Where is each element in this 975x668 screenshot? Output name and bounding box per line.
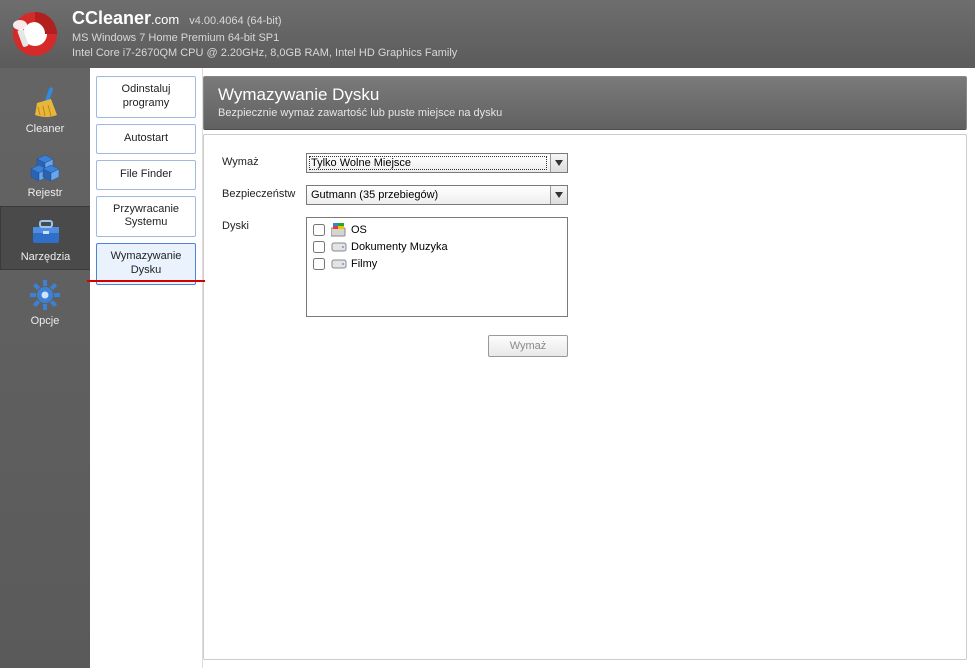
subnav-drivewiper[interactable]: Wymazywanie Dysku	[96, 243, 196, 285]
system-info: MS Windows 7 Home Premium 64-bit SP1 Int…	[72, 31, 457, 61]
app-logo-icon	[10, 9, 60, 59]
drive-checkbox[interactable]	[313, 224, 325, 236]
subnav-systemrestore[interactable]: Przywracanie Systemu	[96, 196, 196, 238]
registry-cubes-icon	[27, 149, 63, 185]
sidebar-label: Cleaner	[26, 123, 65, 135]
sidebar-item-tools[interactable]: Narzędzia	[0, 206, 90, 270]
panel-body: Wymaż Tylko Wolne Miejsce Bezpieczeństw …	[203, 134, 967, 660]
toolbox-icon	[28, 213, 64, 249]
drive-item[interactable]: OS	[313, 222, 561, 238]
sidebar-label: Opcje	[31, 315, 60, 327]
drive-checkbox[interactable]	[313, 258, 325, 270]
label-wipe: Wymaż	[222, 153, 306, 168]
drive-item[interactable]: Dokumenty Muzyka	[313, 239, 561, 255]
security-select-value: Gutmann (35 przebiegów)	[311, 189, 438, 201]
panel-subtitle: Bezpiecznie wymaż zawartość lub puste mi…	[218, 107, 952, 119]
drive-label: Dokumenty Muzyka	[351, 241, 448, 253]
sidebar-label: Narzędzia	[21, 251, 71, 263]
main-panel: Wymazywanie Dysku Bezpiecznie wymaż zawa…	[202, 68, 975, 668]
label-security: Bezpieczeństw	[222, 185, 306, 200]
chevron-down-icon	[550, 154, 567, 172]
hdd-icon	[331, 240, 347, 254]
hdd-icon	[331, 257, 347, 271]
sidebar-label: Rejestr	[28, 187, 63, 199]
sidebar-item-options[interactable]: Opcje	[0, 270, 90, 334]
panel-header: Wymazywanie Dysku Bezpiecznie wymaż zawa…	[203, 76, 967, 130]
subnav-autostart[interactable]: Autostart	[96, 124, 196, 154]
wipe-select[interactable]: Tylko Wolne Miejsce	[306, 153, 568, 173]
sidebar-item-cleaner[interactable]: Cleaner	[0, 78, 90, 142]
app-version: v4.00.4064 (64-bit)	[189, 15, 281, 27]
subnav-uninstall[interactable]: Odinstaluj programy	[96, 76, 196, 118]
app-header: CCleaner.com v4.00.4064 (64-bit) MS Wind…	[0, 0, 975, 68]
gear-icon	[27, 277, 63, 313]
drives-listbox[interactable]: OS Dokumenty Muzyka	[306, 217, 568, 317]
wipe-select-value: Tylko Wolne Miejsce	[311, 157, 411, 169]
app-title: CCleaner.com	[72, 8, 179, 29]
drive-label: Filmy	[351, 258, 377, 270]
drive-checkbox[interactable]	[313, 241, 325, 253]
highlight-underline	[87, 280, 205, 282]
panel-title: Wymazywanie Dysku	[218, 85, 952, 105]
tools-subnav: Odinstaluj programy Autostart File Finde…	[90, 68, 202, 668]
subnav-filefinder[interactable]: File Finder	[96, 160, 196, 190]
wipe-button[interactable]: Wymaż	[488, 335, 568, 357]
system-drive-icon	[331, 223, 347, 237]
drive-label: OS	[351, 224, 367, 236]
chevron-down-icon	[550, 186, 567, 204]
broom-icon	[27, 85, 63, 121]
label-drives: Dyski	[222, 217, 306, 232]
sidebar: Cleaner Rejestr	[0, 68, 90, 668]
drive-item[interactable]: Filmy	[313, 256, 561, 272]
sidebar-item-registry[interactable]: Rejestr	[0, 142, 90, 206]
security-select[interactable]: Gutmann (35 przebiegów)	[306, 185, 568, 205]
